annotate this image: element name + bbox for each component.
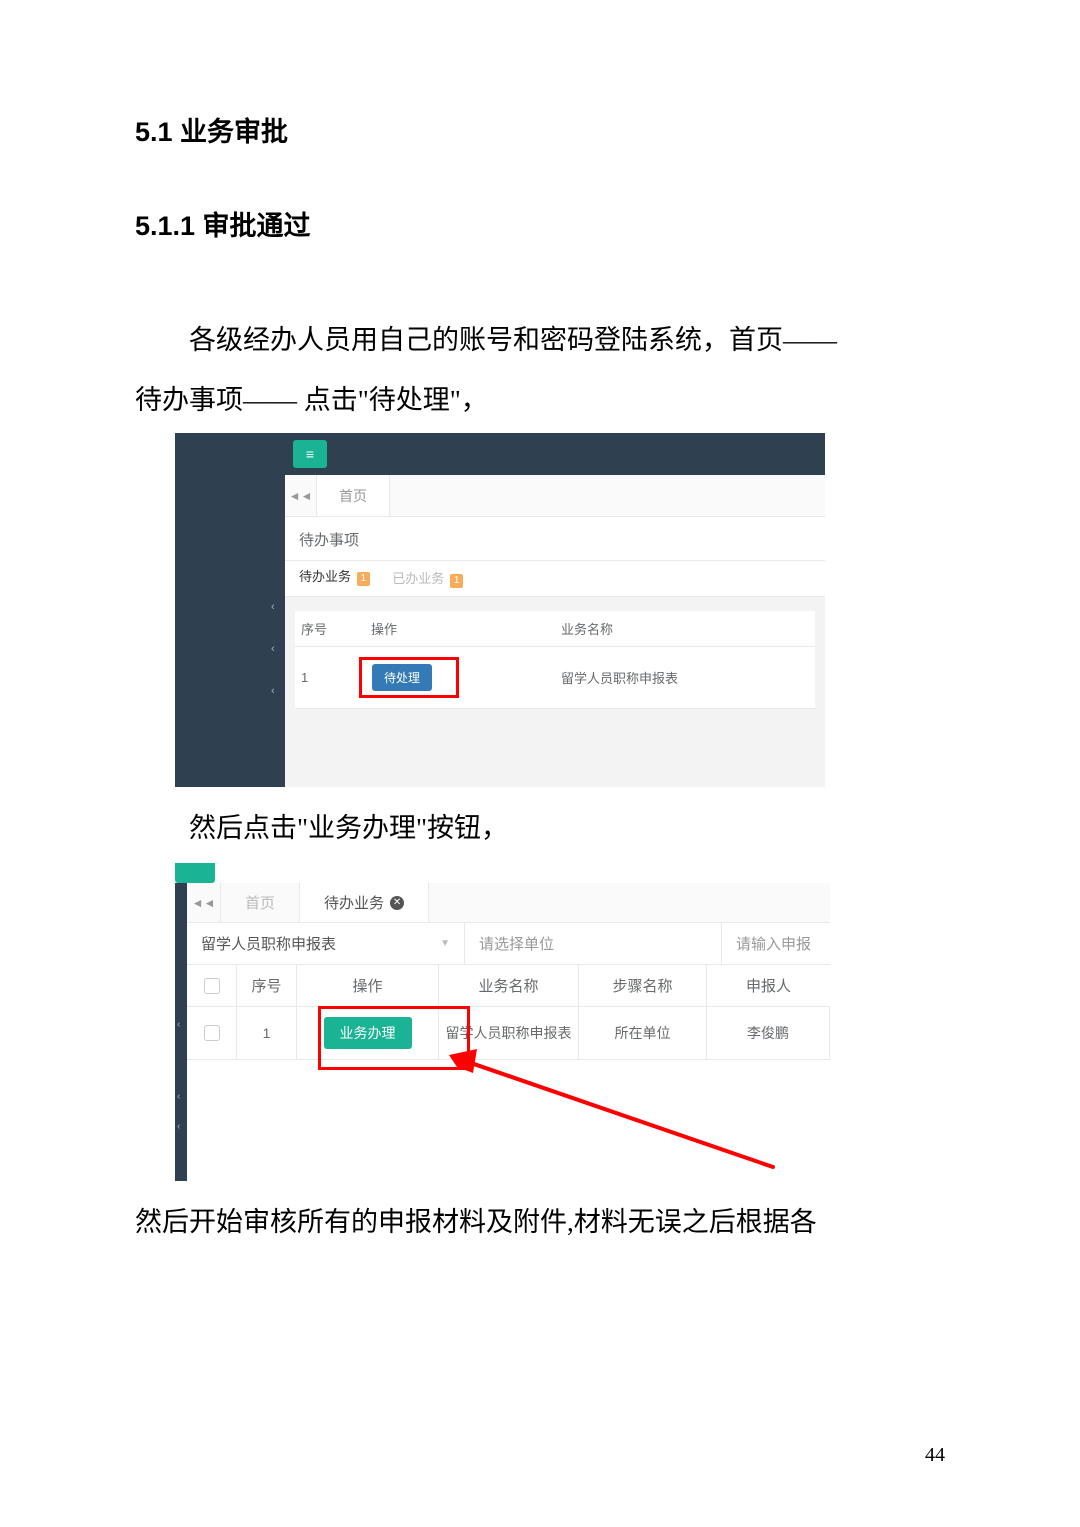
tab-home-label: 首页 [245,892,275,913]
tabs-scroll-left-icon[interactable]: ◄◄ [285,475,317,516]
th-checkbox [187,965,237,1006]
caret-down-icon: ▼ [440,938,450,949]
topbar: ≡ [285,433,825,475]
th-applicant: 申报人 [707,965,830,1006]
sidebar-sliver: ‹ ‹ ‹ [175,863,187,1181]
chevron-left-icon: ‹ [271,685,275,697]
process-button[interactable]: 业务办理 [324,1017,412,1049]
page-number: 44 [925,1444,945,1467]
filter-form-select[interactable]: 留学人员职称申报表 ▼ [187,923,465,964]
chevron-left-icon: ‹ [177,1091,180,1102]
subtab-bar: 待办业务 1 已办业务 1 [285,561,825,597]
th-operation: 操作 [297,965,439,1006]
cell-business-name: 留学人员职称申报表 [561,668,809,687]
table-header: 序号 操作 业务名称 步骤名称 申报人 [187,965,830,1007]
paragraph-2: 然后点击"业务办理"按钮， [135,801,950,855]
paragraph-1a: 各级经办人员用自己的账号和密码登陆系统，首页—— [135,313,950,367]
filter-unit-placeholder: 请选择单位 [479,933,554,954]
cell-applicant: 李俊鹏 [707,1007,830,1059]
hamburger-button[interactable]: ≡ [293,440,327,468]
chevron-left-icon: ‹ [271,601,275,613]
filter-bar: 留学人员职称申报表 ▼ 请选择单位 请输入申报 [187,923,830,965]
tab-bar: ◄◄ 首页 待办业务 ✕ [187,883,830,923]
screenshot-process-list: ‹ ‹ ‹ ◄◄ 首页 待办业务 ✕ 留学人员职称申报表 ▼ [175,863,830,1181]
th-business-name: 业务名称 [561,619,809,638]
th-seq: 序号 [237,965,297,1006]
subtab-pending-label: 待办业务 [299,569,351,584]
filter-form-value: 留学人员职称申报表 [201,933,336,954]
pending-count-badge: 1 [357,572,371,586]
subtab-done[interactable]: 已办业务 1 [392,568,463,596]
checkbox-all[interactable] [204,978,220,994]
pending-table: 序号 操作 业务名称 1 待处理 留学人员职称申报表 [295,611,815,709]
done-count-badge: 1 [450,574,464,588]
th-step-name: 步骤名称 [579,965,707,1006]
tab-bar: ◄◄ 首页 [285,475,825,517]
tab-pending-business[interactable]: 待办业务 ✕ [300,883,429,922]
th-seq: 序号 [301,619,371,638]
filter-applicant-placeholder: 请输入申报 [736,933,811,954]
cell-step-name: 所在单位 [579,1007,707,1059]
cell-business-name: 留学人员职称申报表 [439,1007,579,1059]
pending-button[interactable]: 待处理 [372,664,432,691]
th-business-name: 业务名称 [439,965,579,1006]
table-row: 1 待处理 留学人员职称申报表 [295,647,815,709]
cell-seq: 1 [237,1007,297,1059]
tabs-scroll-left-icon[interactable]: ◄◄ [187,883,221,922]
subtab-pending[interactable]: 待办业务 1 [299,566,370,596]
hamburger-icon: ≡ [306,446,314,462]
chevron-left-icon: ‹ [177,1019,180,1030]
heading-5-1: 5.1 业务审批 [135,110,950,149]
filter-unit-input[interactable]: 请选择单位 [465,923,722,964]
hamburger-remnant [175,863,215,883]
chevron-left-icon: ‹ [271,643,275,655]
highlight-box: 待处理 [359,657,459,698]
close-icon[interactable]: ✕ [390,896,404,910]
sidebar: ‹ ‹ ‹ [175,433,285,787]
table-row: 1 业务办理 留学人员职称申报表 所在单位 李俊鹏 [187,1007,830,1060]
paragraph-3: 然后开始审核所有的申报材料及附件,材料无误之后根据各 [135,1195,950,1249]
tab-home[interactable]: 首页 [317,475,390,516]
heading-5-1-1: 5.1.1 审批通过 [135,204,950,243]
tab-home[interactable]: 首页 [221,883,300,922]
filter-applicant-input[interactable]: 请输入申报 [722,923,830,964]
tab-pending-label: 待办业务 [324,892,384,913]
screenshot-pending-list: ‹ ‹ ‹ ≡ ◄◄ 首页 待办事项 待办业务 1 [175,433,825,787]
section-title-todo: 待办事项 [285,517,825,561]
chevron-left-icon: ‹ [177,1121,180,1132]
row-checkbox[interactable] [204,1025,220,1041]
subtab-done-label: 已办业务 [392,571,444,586]
paragraph-1b: 待办事项—— 点击"待处理"， [135,373,950,427]
th-operation: 操作 [371,619,561,638]
